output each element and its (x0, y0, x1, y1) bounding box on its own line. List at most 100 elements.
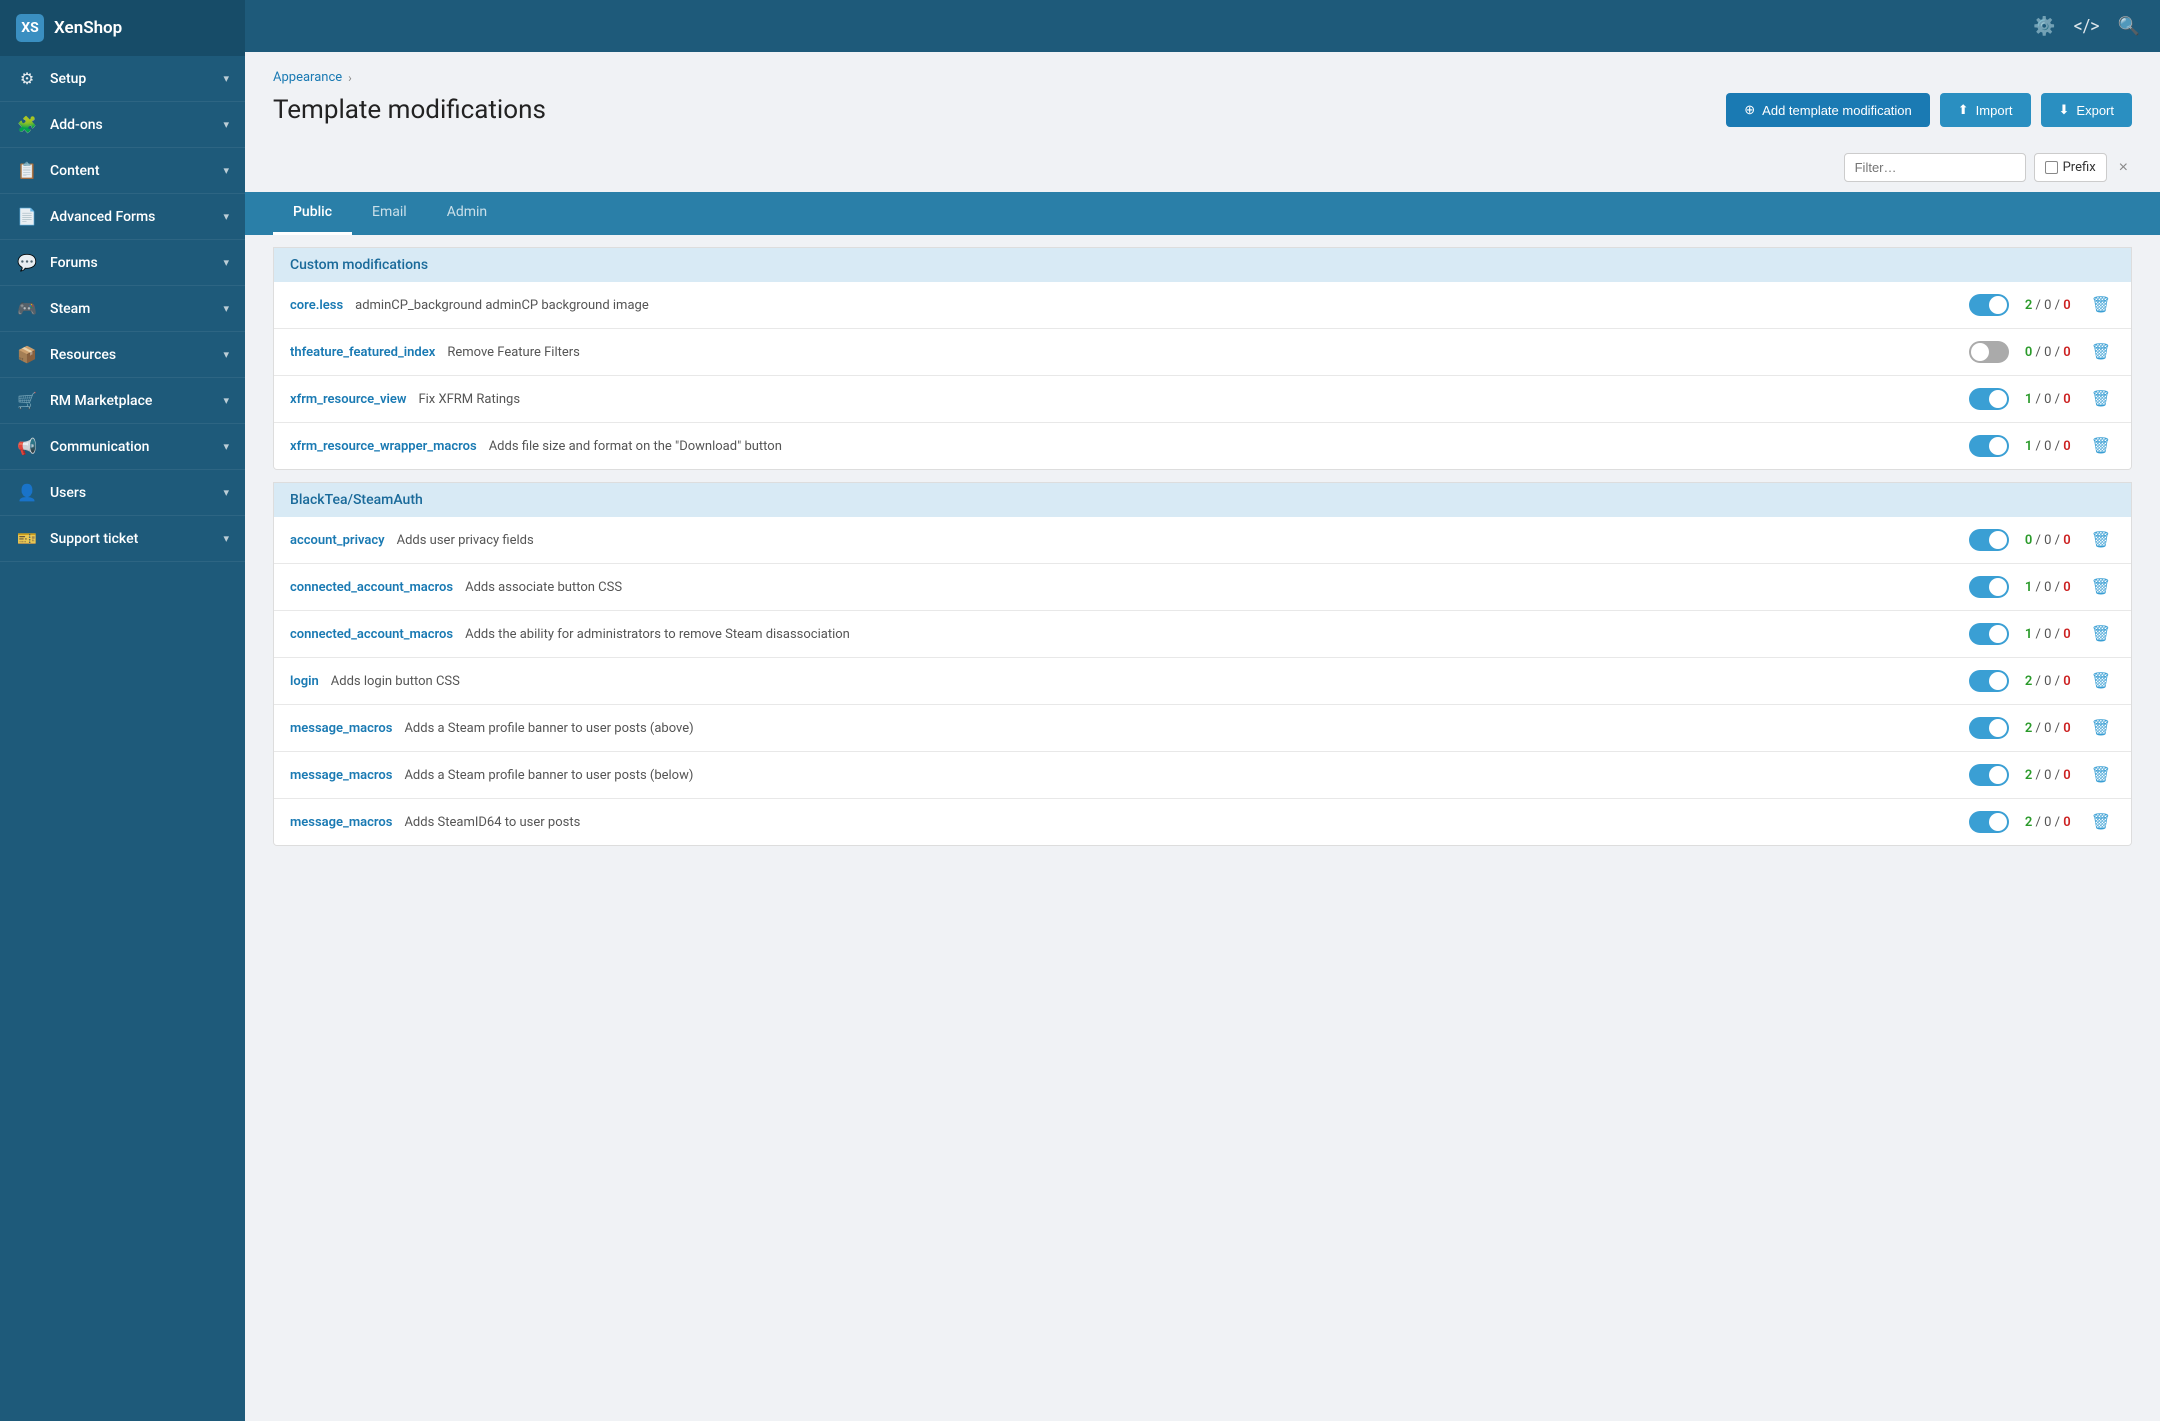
delete-button[interactable]: 🗑 (2087, 387, 2115, 411)
mod-name[interactable]: xfrm_resource_wrapper_macros (290, 439, 477, 454)
toggle[interactable] (1969, 670, 2009, 692)
toggle[interactable] (1969, 529, 2009, 551)
addons-arrow: ▾ (223, 118, 229, 131)
export-label: Export (2076, 103, 2114, 118)
count-mid: 0 (2044, 721, 2051, 736)
mod-desc: Fix XFRM Ratings (418, 392, 520, 407)
breadcrumb-separator: › (348, 71, 352, 85)
table-row: xfrm_resource_wrapper_macros Adds file s… (274, 423, 2131, 469)
sidebar-item-users[interactable]: 👤 Users ▾ (0, 470, 245, 516)
sidebar-item-resources[interactable]: 📦 Resources ▾ (0, 332, 245, 378)
sidebar-item-communication[interactable]: 📢 Communication ▾ (0, 424, 245, 470)
count-red: 0 (2063, 674, 2070, 689)
delete-button[interactable]: 🗑 (2087, 669, 2115, 693)
count-red: 0 (2063, 815, 2070, 830)
users-icon: 👤 (16, 483, 38, 502)
setup-icon: ⚙ (16, 69, 38, 88)
advanced-forms-label: Advanced Forms (50, 209, 155, 225)
toggle-knob (1989, 578, 2007, 596)
delete-button[interactable]: 🗑 (2087, 340, 2115, 364)
search-icon[interactable]: 🔍 (2118, 16, 2140, 37)
delete-button[interactable]: 🗑 (2087, 293, 2115, 317)
resources-arrow: ▾ (223, 348, 229, 361)
section-header-custom: Custom modifications (274, 248, 2131, 282)
sidebar-item-addons[interactable]: 🧩 Add-ons ▾ (0, 102, 245, 148)
section-blacktea: BlackTea/SteamAuth account_privacy Adds … (273, 482, 2132, 846)
toggle[interactable] (1969, 764, 2009, 786)
filter-input[interactable] (1855, 160, 2015, 175)
tab-email[interactable]: Email (352, 192, 427, 235)
sidebar-item-content[interactable]: 📋 Content ▾ (0, 148, 245, 194)
delete-button[interactable]: 🗑 (2087, 528, 2115, 552)
toggle[interactable] (1969, 811, 2009, 833)
sidebar-item-forums[interactable]: 💬 Forums ▾ (0, 240, 245, 286)
filter-clear-button[interactable]: × (2115, 155, 2132, 181)
mod-row-right: 0 / 0 / 0 🗑 (1969, 340, 2115, 364)
mod-name[interactable]: xfrm_resource_view (290, 392, 406, 407)
table-row: login Adds login button CSS 2 / 0 / 0 🗑 (274, 658, 2131, 705)
mod-name[interactable]: message_macros (290, 815, 392, 830)
support-ticket-icon: 🎫 (16, 529, 38, 548)
delete-button[interactable]: 🗑 (2087, 810, 2115, 834)
import-button[interactable]: ⬆ Import (1940, 93, 2031, 127)
count-mid: 0 (2044, 533, 2051, 548)
delete-button[interactable]: 🗑 (2087, 763, 2115, 787)
sidebar-item-advanced-forms[interactable]: 📄 Advanced Forms ▾ (0, 194, 245, 240)
toggle[interactable] (1969, 341, 2009, 363)
count-red: 0 (2063, 345, 2070, 360)
mod-name[interactable]: message_macros (290, 768, 392, 783)
delete-button[interactable]: 🗑 (2087, 434, 2115, 458)
mod-counts: 2 / 0 / 0 (2025, 298, 2071, 313)
count-mid: 0 (2044, 627, 2051, 642)
content-icon: 📋 (16, 161, 38, 180)
add-template-button[interactable]: ⊕ Add template modification (1726, 93, 1930, 127)
mod-counts: 0 / 0 / 0 (2025, 533, 2071, 548)
count-mid: 0 (2044, 392, 2051, 407)
import-label: Import (1976, 103, 2013, 118)
count-mid: 0 (2044, 768, 2051, 783)
mod-name[interactable]: core.less (290, 298, 343, 313)
prefix-filter-wrap[interactable]: Prefix (2034, 153, 2107, 182)
sidebar-item-rm-marketplace[interactable]: 🛒 RM Marketplace ▾ (0, 378, 245, 424)
mod-name[interactable]: login (290, 674, 319, 689)
mod-name[interactable]: connected_account_macros (290, 580, 453, 595)
page-header: Appearance › Template modifications ⊕ Ad… (245, 52, 2160, 143)
breadcrumb: Appearance › (273, 70, 2132, 85)
sidebar-item-setup[interactable]: ⚙ Setup ▾ (0, 56, 245, 102)
sidebar-item-steam[interactable]: 🎮 Steam ▾ (0, 286, 245, 332)
delete-button[interactable]: 🗑 (2087, 622, 2115, 646)
mod-row-right: 2 / 0 / 0 🗑 (1969, 716, 2115, 740)
count-green: 2 (2025, 721, 2032, 736)
mod-counts: 1 / 0 / 0 (2025, 580, 2071, 595)
toggle[interactable] (1969, 576, 2009, 598)
settings-icon[interactable]: ⚙️ (2033, 16, 2055, 37)
mod-counts: 1 / 0 / 0 (2025, 439, 2071, 454)
sidebar-item-support-ticket[interactable]: 🎫 Support ticket ▾ (0, 516, 245, 562)
table-row: xfrm_resource_view Fix XFRM Ratings 1 / … (274, 376, 2131, 423)
prefix-checkbox[interactable] (2045, 161, 2058, 174)
mod-name[interactable]: connected_account_macros (290, 627, 453, 642)
mod-counts: 2 / 0 / 0 (2025, 815, 2071, 830)
breadcrumb-appearance[interactable]: Appearance (273, 70, 342, 85)
toggle[interactable] (1969, 388, 2009, 410)
toggle[interactable] (1969, 623, 2009, 645)
tab-public[interactable]: Public (273, 192, 352, 235)
mod-counts: 1 / 0 / 0 (2025, 392, 2071, 407)
count-red: 0 (2063, 533, 2070, 548)
delete-button[interactable]: 🗑 (2087, 575, 2115, 599)
resources-label: Resources (50, 347, 116, 363)
delete-button[interactable]: 🗑 (2087, 716, 2115, 740)
toggle[interactable] (1969, 717, 2009, 739)
table-row: account_privacy Adds user privacy fields… (274, 517, 2131, 564)
code-icon[interactable]: </> (2074, 16, 2100, 37)
communication-icon: 📢 (16, 437, 38, 456)
toggle-knob (1989, 719, 2007, 737)
mod-name[interactable]: account_privacy (290, 533, 385, 548)
tab-admin[interactable]: Admin (427, 192, 507, 235)
export-button[interactable]: ⬇ Export (2041, 93, 2132, 127)
toggle[interactable] (1969, 435, 2009, 457)
mod-name[interactable]: message_macros (290, 721, 392, 736)
toggle-knob (1989, 437, 2007, 455)
toggle[interactable] (1969, 294, 2009, 316)
mod-name[interactable]: thfeature_featured_index (290, 345, 435, 360)
